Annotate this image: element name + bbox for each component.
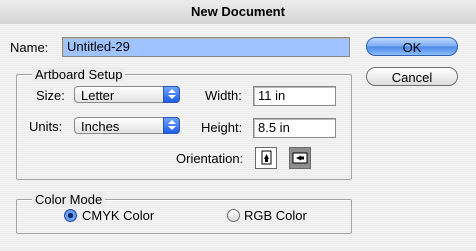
name-label: Name: xyxy=(10,40,49,55)
ok-button[interactable]: OK xyxy=(366,37,458,56)
rgb-color-label[interactable]: RGB Color xyxy=(244,208,307,223)
color-mode-legend: Color Mode xyxy=(32,192,106,207)
size-popup-value: Letter xyxy=(81,88,115,103)
orientation-label: Orientation: xyxy=(176,151,244,166)
landscape-orientation-icon xyxy=(292,152,308,164)
size-popup[interactable]: Letter xyxy=(74,86,180,103)
width-field[interactable]: 11 in xyxy=(253,86,336,106)
width-label: Width: xyxy=(205,88,242,103)
name-field[interactable]: Untitled-29 xyxy=(62,37,350,57)
height-field[interactable]: 8.5 in xyxy=(253,118,336,138)
popup-arrows-icon xyxy=(163,117,180,134)
units-popup[interactable]: Inches xyxy=(74,117,180,134)
units-popup-value: Inches xyxy=(81,119,120,134)
artboard-setup-legend: Artboard Setup xyxy=(32,67,126,82)
portrait-orientation-button[interactable] xyxy=(255,147,277,169)
height-label: Height: xyxy=(201,120,243,135)
new-document-dialog: New Document Name: Untitled-29 OK Cancel… xyxy=(0,0,476,251)
cancel-button[interactable]: Cancel xyxy=(366,67,458,86)
popup-arrows-icon xyxy=(163,86,180,103)
window-title: New Document xyxy=(0,0,476,25)
rgb-color-radio[interactable] xyxy=(227,209,240,222)
units-label: Units: xyxy=(29,119,63,134)
size-label: Size: xyxy=(36,88,65,103)
landscape-orientation-button[interactable] xyxy=(289,147,311,169)
portrait-orientation-icon xyxy=(261,150,272,165)
dialog-content: Name: Untitled-29 OK Cancel Artboard Set… xyxy=(0,24,476,251)
cmyk-color-label[interactable]: CMYK Color xyxy=(82,208,154,223)
cmyk-color-radio[interactable] xyxy=(64,209,77,222)
